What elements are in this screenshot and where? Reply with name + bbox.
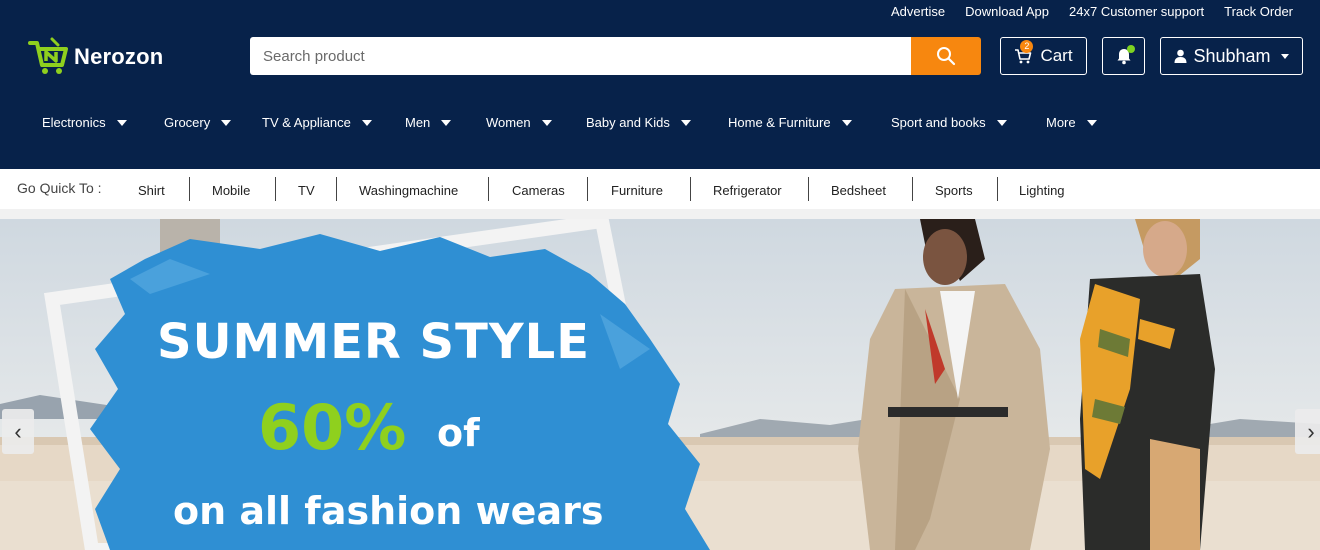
category-electronics[interactable]: Electronics [42, 115, 127, 130]
category-grocery[interactable]: Grocery [164, 115, 232, 130]
divider [912, 177, 913, 201]
search-input[interactable] [250, 37, 911, 75]
quick-link-mobile[interactable]: Mobile [212, 183, 250, 198]
dropdown-caret-icon [1086, 119, 1097, 126]
category-home-furniture[interactable]: Home & Furniture [728, 115, 852, 130]
category-label: More [1046, 115, 1076, 130]
category-baby-and-kids[interactable]: Baby and Kids [586, 115, 691, 130]
quick-link-sports[interactable]: Sports [935, 183, 973, 198]
advertise-link[interactable]: Advertise [891, 4, 945, 19]
quick-links-title: Go Quick To : [17, 180, 102, 196]
chevron-left-icon: ‹ [14, 418, 22, 444]
cart-button[interactable]: 2 Cart [1000, 37, 1087, 75]
search-icon [937, 47, 956, 66]
quick-link-tv[interactable]: TV [298, 183, 315, 198]
download-app-link[interactable]: Download App [965, 4, 1049, 19]
section-spacer [0, 209, 1320, 219]
category-label: TV & Appliance [262, 115, 351, 130]
banner-of-text: of [437, 411, 480, 455]
carousel-next-button[interactable]: › [1295, 409, 1320, 454]
search-bar [250, 37, 981, 75]
divider [587, 177, 588, 201]
notifications-button[interactable] [1102, 37, 1145, 75]
banner-discount-percent: 60% [258, 391, 407, 464]
dropdown-caret-icon [441, 119, 452, 126]
divider [275, 177, 276, 201]
dropdown-caret-icon [361, 119, 372, 126]
category-label: Sport and books [891, 115, 986, 130]
divider [189, 177, 190, 201]
hero-banner-carousel[interactable]: SUMMER STYLE 60% of on all fashion wears… [0, 219, 1320, 550]
cart-label: Cart [1040, 46, 1073, 65]
brand-logo[interactable]: Nerozon [28, 37, 163, 77]
banner-subline: on all fashion wears [173, 489, 604, 533]
divider [997, 177, 998, 201]
user-menu-button[interactable]: Shubham [1160, 37, 1303, 75]
notification-dot [1126, 45, 1135, 53]
divider [336, 177, 337, 201]
category-label: Home & Furniture [728, 115, 831, 130]
category-sport-and-books[interactable]: Sport and books [891, 115, 1007, 130]
bell-wrap [1115, 45, 1135, 65]
dropdown-caret-icon [996, 119, 1007, 126]
quick-links-bar: Go Quick To : Shirt Mobile TV Washingmac… [0, 169, 1320, 209]
banner-headline: SUMMER STYLE [157, 314, 590, 370]
search-button[interactable] [911, 37, 981, 75]
chevron-down-icon [1280, 53, 1289, 59]
category-nav: Electronics Grocery TV & Appliance Men W… [0, 115, 1320, 133]
quick-link-refrigerator[interactable]: Refrigerator [713, 183, 782, 198]
site-header: Advertise Download App 24x7 Customer sup… [0, 0, 1320, 169]
divider [808, 177, 809, 201]
brand-name: Nerozon [74, 44, 164, 69]
dropdown-caret-icon [680, 119, 691, 126]
category-more[interactable]: More [1046, 115, 1097, 130]
chevron-right-icon: › [1307, 418, 1315, 444]
quick-link-washingmachine[interactable]: Washingmachine [359, 183, 458, 198]
category-label: Men [405, 115, 431, 130]
quick-link-furniture[interactable]: Furniture [611, 183, 663, 198]
logo-cart-icon [28, 37, 68, 74]
category-label: Women [486, 115, 531, 130]
top-links: Advertise Download App 24x7 Customer sup… [891, 4, 1293, 19]
user-icon [1174, 49, 1187, 63]
dropdown-caret-icon [116, 119, 127, 126]
dropdown-caret-icon [221, 119, 232, 126]
category-tv-appliance[interactable]: TV & Appliance [262, 115, 372, 130]
cart-icon-wrap: 2 [1014, 40, 1034, 65]
divider [488, 177, 489, 201]
carousel-prev-button[interactable]: ‹ [2, 409, 34, 454]
track-order-link[interactable]: Track Order [1224, 4, 1293, 19]
category-women[interactable]: Women [486, 115, 552, 130]
dropdown-caret-icon [541, 119, 552, 126]
customer-support-link[interactable]: 24x7 Customer support [1069, 4, 1204, 19]
quick-link-shirt[interactable]: Shirt [138, 183, 165, 198]
category-men[interactable]: Men [405, 115, 452, 130]
divider [690, 177, 691, 201]
user-name: Shubham [1193, 45, 1271, 66]
category-label: Electronics [42, 115, 106, 130]
quick-link-bedsheet[interactable]: Bedsheet [831, 183, 886, 198]
category-label: Grocery [164, 115, 211, 130]
category-label: Baby and Kids [586, 115, 670, 130]
quick-link-lighting[interactable]: Lighting [1019, 183, 1065, 198]
dropdown-caret-icon [841, 119, 852, 126]
quick-link-cameras[interactable]: Cameras [512, 183, 565, 198]
